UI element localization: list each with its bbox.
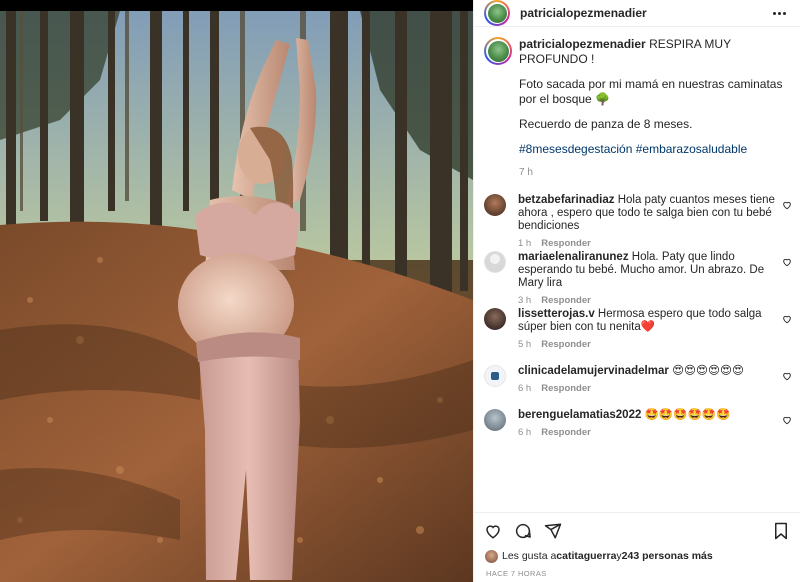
- comment-time: 3 h: [518, 295, 532, 306]
- caption-time: 7 h: [519, 167, 533, 178]
- heart-icon[interactable]: [483, 521, 503, 541]
- likes-user[interactable]: catitaguerra: [556, 550, 616, 562]
- more-options-icon[interactable]: [768, 5, 790, 21]
- comment-item: clinicadelamujervinadelmar 😍😍😍😍😍😍 6 h Res…: [484, 365, 800, 409]
- instagram-post: patricialopezmenadier patricialopezmenad…: [0, 0, 800, 582]
- reply-button[interactable]: Responder: [541, 338, 591, 351]
- caption-hashtags[interactable]: #8mesesdegestación #embarazosaludable: [519, 142, 789, 157]
- posted-time: HACE 7 HORAS: [486, 569, 547, 578]
- comment-item: mariaelenaliranunez Hola. Paty que lindo…: [484, 251, 800, 308]
- comment-like-heart-icon[interactable]: [782, 314, 792, 324]
- comment-username[interactable]: mariaelenaliranunez: [518, 251, 629, 263]
- likes-summary: Les gusta a catitaguerra y 243 personas …: [474, 549, 800, 563]
- commenter-avatar[interactable]: [484, 251, 506, 273]
- author-username[interactable]: patricialopezmenadier: [520, 6, 647, 20]
- comment-time: 1 h: [518, 238, 532, 249]
- commenter-avatar[interactable]: [484, 365, 506, 387]
- caption-username[interactable]: patricialopezmenadier: [519, 37, 646, 51]
- comment-like-heart-icon[interactable]: [782, 257, 792, 267]
- comment-item: betzabefarinadiaz Hola paty cuantos mese…: [484, 194, 800, 251]
- forest-photo-illustration: [0, 0, 473, 582]
- commenter-avatar[interactable]: [484, 194, 506, 216]
- share-icon[interactable]: [543, 521, 563, 541]
- comment-like-heart-icon[interactable]: [782, 200, 792, 210]
- comment-icon[interactable]: [513, 521, 533, 541]
- author-avatar[interactable]: [484, 0, 510, 26]
- comment-item: berenguelamatias2022 🤩🤩🤩🤩🤩🤩 6 h Responder: [484, 409, 800, 453]
- reply-button[interactable]: Responder: [541, 237, 591, 250]
- comment-time: 6 h: [518, 383, 532, 394]
- action-bar: [474, 513, 800, 549]
- commenter-avatar[interactable]: [484, 308, 506, 330]
- caption-avatar[interactable]: [484, 37, 512, 65]
- comment-username[interactable]: berenguelamatias2022: [518, 409, 641, 421]
- likes-count[interactable]: 243 personas más: [622, 550, 713, 562]
- bookmark-icon[interactable]: [771, 521, 791, 541]
- post-caption: patricialopezmenadier RESPIRA MUY PROFUN…: [484, 37, 800, 180]
- caption-paragraph: Foto sacada por mi mamá en nuestras cami…: [519, 77, 783, 106]
- comment-like-heart-icon[interactable]: [782, 415, 792, 425]
- caption-paragraph: Recuerdo de panza de 8 meses.: [519, 117, 693, 131]
- comment-username[interactable]: clinicadelamujervinadelmar: [518, 365, 669, 377]
- comment-text: 🤩🤩🤩🤩🤩🤩: [644, 409, 731, 421]
- comment-text: 😍😍😍😍😍😍: [672, 365, 744, 377]
- liker-avatar[interactable]: [485, 549, 498, 563]
- post-header: patricialopezmenadier: [474, 0, 800, 27]
- comment-username[interactable]: betzabefarinadiaz: [518, 194, 615, 206]
- comment-like-heart-icon[interactable]: [782, 371, 792, 381]
- reply-button[interactable]: Responder: [541, 426, 591, 439]
- post-photo[interactable]: [0, 0, 473, 582]
- comment-time: 6 h: [518, 427, 532, 438]
- comments-section: patricialopezmenadier RESPIRA MUY PROFUN…: [474, 27, 800, 512]
- likes-prefix: Les gusta a: [502, 550, 557, 562]
- comment-item: lissetterojas.v Hermosa espero que todo …: [484, 308, 800, 365]
- comment-username[interactable]: lissetterojas.v: [518, 308, 595, 320]
- comment-time: 5 h: [518, 339, 532, 350]
- reply-button[interactable]: Responder: [541, 294, 591, 307]
- post-sidebar: patricialopezmenadier patricialopezmenad…: [473, 0, 800, 582]
- reply-button[interactable]: Responder: [541, 382, 591, 395]
- commenter-avatar[interactable]: [484, 409, 506, 431]
- post-actions: Les gusta a catitaguerra y 243 personas …: [474, 512, 800, 582]
